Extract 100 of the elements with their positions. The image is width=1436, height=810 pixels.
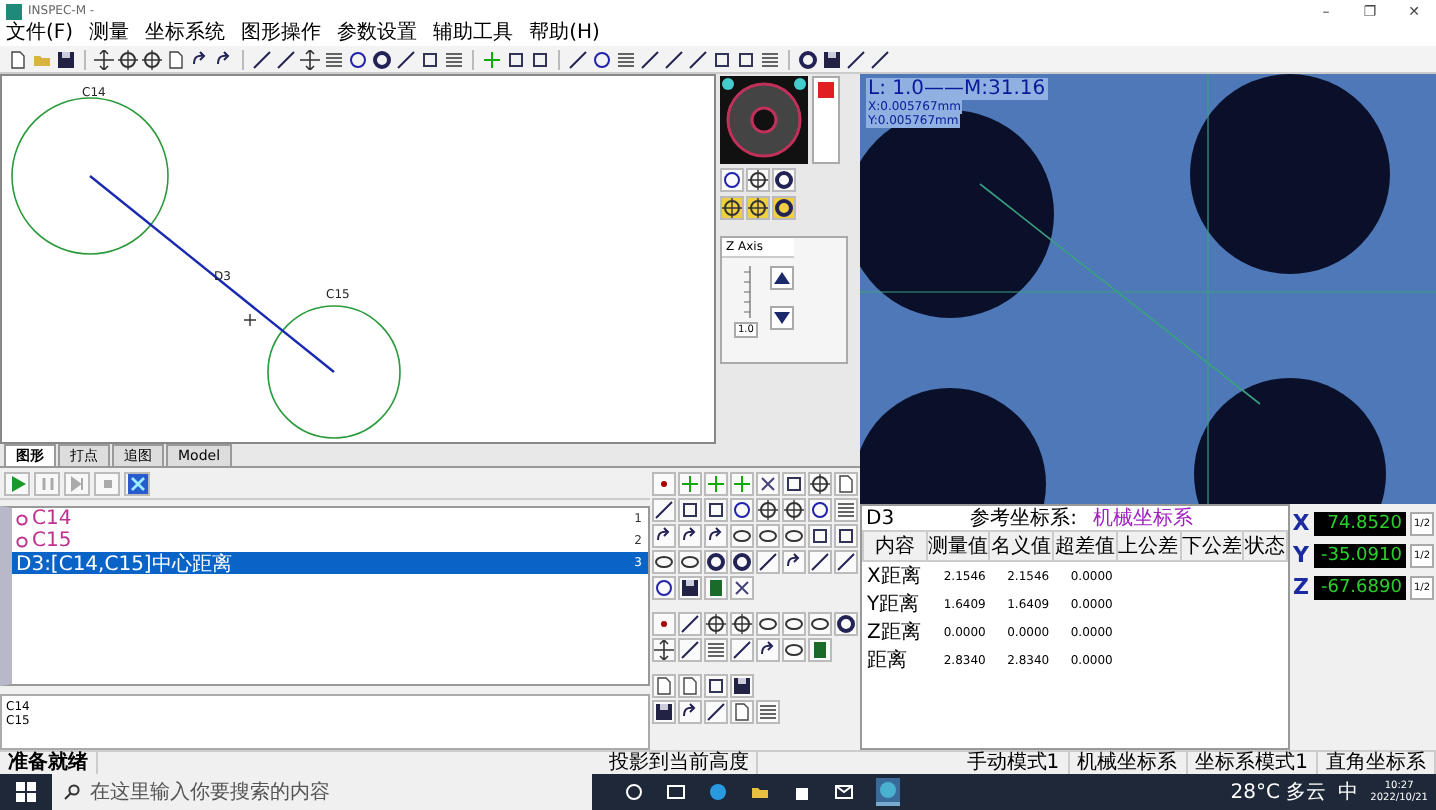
square-icon[interactable] xyxy=(420,49,440,69)
target-icon[interactable] xyxy=(142,49,162,69)
line-icon[interactable] xyxy=(846,49,866,69)
tool-button[interactable] xyxy=(782,524,806,548)
line-icon[interactable] xyxy=(870,49,890,69)
down-button[interactable] xyxy=(769,306,794,330)
tool-button[interactable] xyxy=(756,612,780,636)
tool-button[interactable] xyxy=(756,550,780,574)
line-icon[interactable] xyxy=(688,49,708,69)
circle-icon[interactable] xyxy=(348,49,368,69)
tool-button[interactable] xyxy=(808,638,832,662)
menu-item[interactable]: 参数设置 xyxy=(337,22,418,46)
folder-icon[interactable] xyxy=(750,782,770,802)
tool-button[interactable] xyxy=(730,576,754,600)
curved-arrow-icon[interactable] xyxy=(190,49,210,69)
tool-button[interactable] xyxy=(772,196,796,220)
tool-button[interactable] xyxy=(704,550,728,574)
tool-button[interactable] xyxy=(720,196,744,220)
ime-indicator[interactable]: 中 xyxy=(1338,778,1359,806)
tool-button[interactable] xyxy=(808,550,832,574)
tool-button[interactable] xyxy=(704,612,728,636)
tool-button[interactable] xyxy=(704,498,728,522)
menu-item[interactable]: 坐标系统 xyxy=(145,22,226,46)
tool-button[interactable] xyxy=(756,638,780,662)
line-icon[interactable] xyxy=(396,49,416,69)
curved-arrow-icon[interactable] xyxy=(214,49,234,69)
tool-button[interactable] xyxy=(808,524,832,548)
line-icon[interactable] xyxy=(664,49,684,69)
ring-icon[interactable] xyxy=(798,49,818,69)
line-icon[interactable] xyxy=(568,49,588,69)
tool-button[interactable] xyxy=(678,524,702,548)
tool-button[interactable] xyxy=(678,550,702,574)
square-icon[interactable] xyxy=(530,49,550,69)
square-icon[interactable] xyxy=(506,49,526,69)
tool-button[interactable] xyxy=(782,472,806,496)
tool-button[interactable] xyxy=(782,612,806,636)
tool-button[interactable] xyxy=(730,638,754,662)
tool-button[interactable] xyxy=(730,550,754,574)
list-icon[interactable] xyxy=(444,49,464,69)
tool-button[interactable] xyxy=(704,576,728,600)
mail-icon[interactable] xyxy=(834,782,854,802)
tool-button[interactable] xyxy=(652,612,676,636)
tool-button[interactable] xyxy=(808,472,832,496)
tool-button[interactable] xyxy=(756,472,780,496)
menu-item[interactable]: 帮助(H) xyxy=(529,22,600,46)
tool-button[interactable] xyxy=(782,638,806,662)
menu-item[interactable]: 辅助工具 xyxy=(433,22,514,46)
tool-button[interactable] xyxy=(652,524,676,548)
circle-shape[interactable] xyxy=(267,305,401,439)
line-icon[interactable] xyxy=(640,49,660,69)
tool-button[interactable] xyxy=(678,498,702,522)
tool-button[interactable] xyxy=(652,638,676,662)
windows-logo-icon[interactable] xyxy=(16,782,36,802)
window-icon[interactable] xyxy=(666,782,686,802)
search-field[interactable]: 在这里输入你要搜索的内容 xyxy=(52,774,592,810)
tool-button[interactable] xyxy=(772,168,796,192)
list-icon[interactable] xyxy=(616,49,636,69)
square-icon[interactable] xyxy=(736,49,756,69)
tool-button[interactable] xyxy=(720,168,744,192)
up-button[interactable] xyxy=(769,266,794,290)
tool-button[interactable] xyxy=(730,498,754,522)
circle-shape[interactable] xyxy=(11,97,169,255)
tool-button[interactable] xyxy=(834,612,858,636)
tool-button[interactable] xyxy=(730,612,754,636)
tool-button[interactable] xyxy=(756,524,780,548)
menu-item[interactable]: 文件(F) xyxy=(6,22,74,46)
tool-button[interactable] xyxy=(704,700,728,724)
tool-button[interactable] xyxy=(678,638,702,662)
menu-item[interactable]: 测量 xyxy=(89,22,130,46)
line-icon[interactable] xyxy=(252,49,272,69)
tool-button[interactable] xyxy=(678,612,702,636)
tool-button[interactable] xyxy=(782,550,806,574)
tool-button[interactable] xyxy=(746,196,770,220)
tool-button[interactable] xyxy=(678,700,702,724)
line-icon[interactable] xyxy=(276,49,296,69)
move-icon[interactable] xyxy=(300,49,320,69)
list-icon[interactable] xyxy=(760,49,780,69)
tool-button[interactable] xyxy=(756,498,780,522)
ring-icon[interactable] xyxy=(372,49,392,69)
list-icon[interactable] xyxy=(324,49,344,69)
menu-item[interactable]: 图形操作 xyxy=(241,22,322,46)
tool-button[interactable] xyxy=(704,524,728,548)
move-icon[interactable] xyxy=(94,49,114,69)
tool-button[interactable] xyxy=(730,674,754,698)
tool-button[interactable] xyxy=(746,168,770,192)
tool-button[interactable] xyxy=(730,524,754,548)
tool-button[interactable] xyxy=(678,576,702,600)
tool-button[interactable] xyxy=(808,498,832,522)
tool-button[interactable] xyxy=(652,576,676,600)
tool-button[interactable] xyxy=(652,700,676,724)
tool-button[interactable] xyxy=(652,472,676,496)
tool-button[interactable] xyxy=(652,498,676,522)
tool-button[interactable] xyxy=(834,550,858,574)
tool-button[interactable] xyxy=(704,674,728,698)
square-icon[interactable] xyxy=(712,49,732,69)
browser-icon[interactable] xyxy=(708,782,728,802)
circle-icon[interactable] xyxy=(592,49,612,69)
tool-button[interactable] xyxy=(782,498,806,522)
target-icon[interactable] xyxy=(118,49,138,69)
tool-button[interactable] xyxy=(808,612,832,636)
